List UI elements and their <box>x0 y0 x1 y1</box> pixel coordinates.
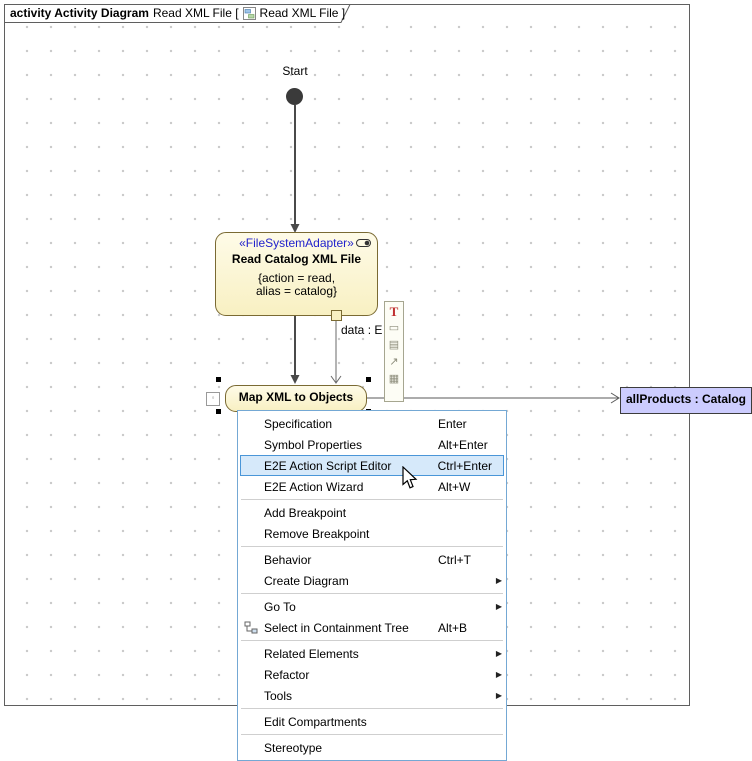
diagram-frame-title: activity Activity Diagram Read XML File … <box>10 6 345 20</box>
menu-item-shortcut: Alt+Enter <box>438 438 492 452</box>
menu-item-refactor[interactable]: Refactor ▶ <box>238 664 506 685</box>
menu-item-create-diagram[interactable]: Create Diagram ▶ <box>238 570 506 591</box>
menu-item-add-breakpoint[interactable]: Add Breakpoint <box>238 502 506 523</box>
diagram-editor-canvas: activity Activity Diagram Read XML File … <box>0 0 752 758</box>
menu-icon-slot <box>238 621 264 635</box>
menu-item-shortcut: Ctrl+Enter <box>438 459 492 473</box>
menu-item-remove-breakpoint[interactable]: Remove Breakpoint <box>238 523 506 544</box>
menu-item-label: Specification <box>264 417 438 431</box>
output-pin-label: data : E <box>341 323 382 337</box>
menu-item-shortcut: Enter <box>438 417 492 431</box>
action-name-label: Read Catalog XML File <box>216 252 377 266</box>
menu-item-select-in-containment-tree[interactable]: Select in Containment Tree Alt+B <box>238 617 506 638</box>
adapter-icon <box>356 238 373 248</box>
containment-tree-icon <box>244 621 258 635</box>
menu-item-behavior[interactable]: Behavior Ctrl+T <box>238 549 506 570</box>
table-tool-icon[interactable]: ▦ <box>387 372 401 387</box>
action-read-catalog-xml-file[interactable]: «FileSystemAdapter» Read Catalog XML Fil… <box>215 232 378 316</box>
menu-item-label: Symbol Properties <box>264 438 438 452</box>
submenu-arrow-icon: ▶ <box>492 691 502 700</box>
selection-handle[interactable] <box>366 377 371 382</box>
menu-item-label: Create Diagram <box>264 574 438 588</box>
smart-manipulator-toolbar: T ▭ ▤ ↗ ▦ <box>384 301 404 402</box>
link-tool-icon[interactable]: ↗ <box>387 355 401 370</box>
initial-node[interactable] <box>286 88 303 105</box>
menu-item-tools[interactable]: Tools ▶ <box>238 685 506 706</box>
shape-tool-icon[interactable]: ▭ <box>387 321 401 336</box>
menu-item-label: Stereotype <box>264 741 438 755</box>
context-menu: Specification Enter Symbol Properties Al… <box>237 410 507 761</box>
menu-item-label: Tools <box>264 689 438 703</box>
selection-handle[interactable] <box>216 409 221 414</box>
stereotype-label: «FileSystemAdapter» <box>216 237 377 250</box>
compartment-tool-icon[interactable]: ▤ <box>387 338 401 353</box>
mouse-cursor <box>402 466 420 492</box>
menu-item-e2e-action-wizard[interactable]: E2E Action Wizard Alt+W <box>238 476 506 497</box>
menu-item-stereotype[interactable]: Stereotype <box>238 737 506 758</box>
selection-handle[interactable] <box>216 377 221 382</box>
start-node-label: Start <box>267 64 323 78</box>
menu-item-shortcut: Ctrl+T <box>438 553 492 567</box>
submenu-arrow-icon: ▶ <box>492 576 502 585</box>
text-tool-icon[interactable]: T <box>387 304 401 319</box>
menu-item-related-elements[interactable]: Related Elements ▶ <box>238 643 506 664</box>
menu-item-label: Remove Breakpoint <box>264 527 438 541</box>
menu-item-specification[interactable]: Specification Enter <box>238 413 506 434</box>
action-map-xml-to-objects[interactable]: Map XML to Objects <box>225 385 367 412</box>
menu-item-label: Refactor <box>264 668 438 682</box>
menu-item-label: Related Elements <box>264 647 438 661</box>
tagged-value-line2: alias = catalog} <box>216 285 377 298</box>
menu-item-label: Select in Containment Tree <box>264 621 438 635</box>
menu-item-shortcut: Alt+W <box>438 480 492 494</box>
frame-title-keyword: activity Activity Diagram <box>10 6 149 20</box>
menu-item-go-to[interactable]: Go To ▶ <box>238 596 506 617</box>
submenu-arrow-icon: ▶ <box>492 602 502 611</box>
menu-item-edit-compartments[interactable]: Edit Compartments <box>238 711 506 732</box>
activity-diagram-icon <box>243 7 256 20</box>
object-node-allproducts-catalog[interactable]: allProducts : Catalog <box>620 387 752 414</box>
smart-manipulator-side-button[interactable]: ◦ <box>206 392 220 406</box>
menu-item-label: Behavior <box>264 553 438 567</box>
menu-item-shortcut: Alt+B <box>438 621 492 635</box>
menu-item-symbol-properties[interactable]: Symbol Properties Alt+Enter <box>238 434 506 455</box>
frame-title-name: Read XML File [ <box>153 6 239 20</box>
frame-title-bracket-name: Read XML File ] <box>260 6 346 20</box>
menu-item-e2e-action-script-editor[interactable]: E2E Action Script Editor Ctrl+Enter <box>238 455 506 476</box>
submenu-arrow-icon: ▶ <box>492 670 502 679</box>
menu-item-label: Add Breakpoint <box>264 506 438 520</box>
menu-item-label: Edit Compartments <box>264 715 438 729</box>
output-pin[interactable] <box>331 310 342 321</box>
menu-item-label: Go To <box>264 600 438 614</box>
submenu-arrow-icon: ▶ <box>492 649 502 658</box>
